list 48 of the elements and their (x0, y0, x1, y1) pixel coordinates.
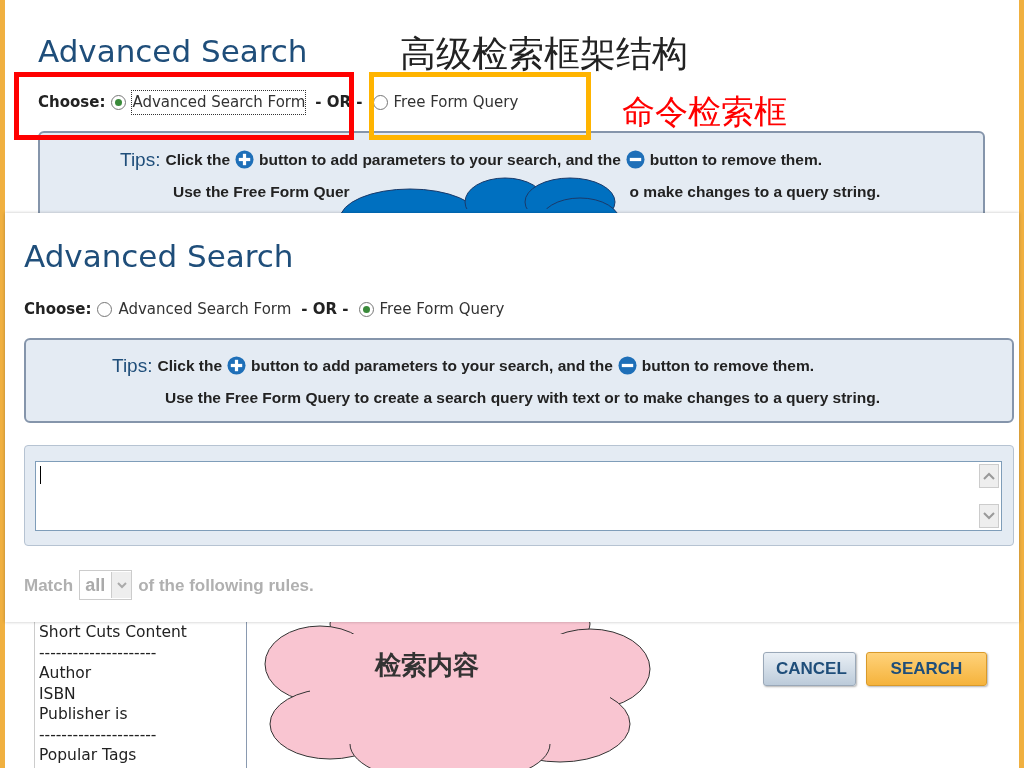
tips-text: button to add parameters to your search, and the (251, 356, 613, 377)
annotation-title: 高级检索框架结构 (400, 36, 688, 72)
page-title: Advanced Search (24, 241, 294, 272)
tips-text: Click the (157, 356, 223, 377)
or-separator: - OR - (301, 299, 349, 320)
add-icon (227, 356, 247, 376)
caret-icon (116, 581, 127, 589)
radio-label[interactable]: Free Form Query (379, 298, 505, 321)
match-label: Match (24, 574, 74, 597)
or-separator: - OR - (315, 92, 363, 113)
tips-text: o make changes to a query string. (629, 182, 881, 202)
choose-label: Choose: (24, 299, 92, 320)
radio-label[interactable]: Advanced Search Form (132, 91, 306, 114)
cloud-label: 检索内容 (375, 649, 479, 682)
radio-button[interactable] (111, 94, 127, 110)
shortcut-item[interactable]: Publisher is (39, 704, 246, 725)
tips-text: button to add parameters to your search, and the (259, 150, 621, 171)
radio-button[interactable] (97, 301, 113, 317)
tips-label: Tips: (120, 147, 161, 172)
chevron-down-icon (983, 512, 995, 521)
radio-button[interactable] (358, 301, 374, 317)
scroll-down-button[interactable] (979, 504, 999, 529)
shortcut-item[interactable]: Popular Tags (39, 745, 246, 766)
tips-text: button to remove them. (641, 356, 815, 377)
remove-icon (625, 150, 645, 170)
choose-label: Choose: (38, 92, 106, 113)
text-cursor (40, 466, 41, 485)
tips-text: Use the Free Form Quer (173, 182, 350, 202)
add-icon (235, 150, 255, 170)
remove-icon (617, 356, 637, 376)
shortcut-item[interactable]: Author (39, 663, 246, 684)
radio-label[interactable]: Advanced Search Form (118, 298, 292, 321)
shortcut-item[interactable]: ISBN (39, 683, 246, 704)
search-button[interactable]: SEARCH (866, 652, 987, 686)
shortcut-item[interactable]: Short Cuts Content (39, 622, 246, 643)
tips-text: Use the Free Form Query to create a search query with text or to make changes to a query string. (165, 388, 880, 408)
tips-text: Click the (165, 150, 231, 171)
shortcut-item[interactable]: --------------------- (39, 642, 246, 663)
radio-label[interactable]: Free Form Query (393, 91, 519, 114)
match-text: of the following rules. (138, 574, 314, 597)
tips-label: Tips: (112, 353, 153, 378)
shortcut-item[interactable]: --------------------- (39, 724, 246, 745)
scroll-up-button[interactable] (979, 464, 999, 489)
chevron-up-icon (983, 472, 995, 481)
callout-label: 命令检索框 (622, 95, 787, 128)
cancel-button[interactable]: CANCEL (763, 652, 856, 686)
tips-text: button to remove them. (649, 150, 823, 171)
page-title: Advanced Search (38, 36, 308, 67)
